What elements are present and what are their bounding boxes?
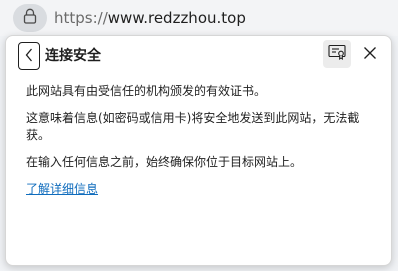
- url-text[interactable]: https://www.redzzhou.top: [54, 8, 246, 28]
- panel-content: 此网站具有由受信任的机构颁发的有效证书。 这意味着信息(如密码或信用卡)将安全地…: [26, 83, 372, 198]
- back-button[interactable]: [18, 42, 40, 70]
- site-info-button[interactable]: [13, 4, 47, 32]
- learn-more-link[interactable]: 了解详细信息: [26, 182, 98, 196]
- lock-icon: [23, 8, 37, 28]
- view-certificate-button[interactable]: [323, 40, 351, 68]
- address-bar: https://www.redzzhou.top: [0, 0, 398, 36]
- url-host: www.redzzhou.top: [107, 9, 246, 27]
- chevron-left-icon: [25, 47, 33, 66]
- secure-transfer-text: 这意味着信息(如密码或信用卡)将安全地发送到此网站，无法截获。: [26, 111, 360, 142]
- valid-certificate-text: 此网站具有由受信任的机构颁发的有效证书。: [26, 84, 267, 98]
- verify-site-text: 在输入任何信息之前，始终确保你位于目标网站上。: [26, 155, 303, 169]
- certificate-icon: [328, 44, 346, 64]
- connection-security-panel: 连接安全 此网站具有由受信任的机构颁发的有效证书。 这意味着信息(如密码或信用卡…: [5, 35, 392, 266]
- close-button[interactable]: [356, 40, 384, 68]
- url-scheme: https://: [54, 9, 108, 27]
- close-icon: [363, 45, 377, 64]
- panel-title: 连接安全: [45, 48, 101, 64]
